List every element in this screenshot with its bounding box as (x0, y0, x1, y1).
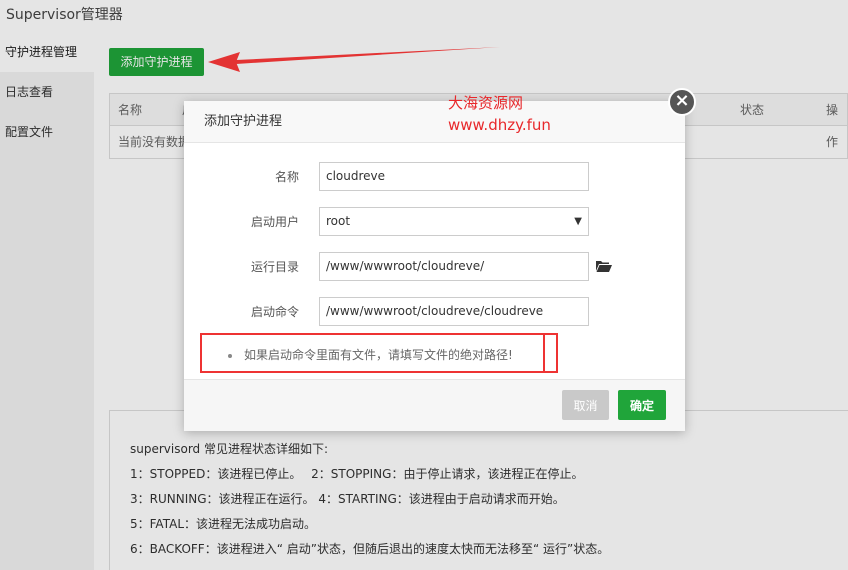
name-label: 名称 (274, 170, 299, 184)
arrow-head (208, 52, 240, 72)
confirm-button[interactable]: 确定 (618, 390, 666, 420)
close-icon[interactable]: × (668, 88, 696, 116)
dialog-footer: 取消 确定 (184, 379, 685, 431)
bullet-icon (228, 353, 232, 358)
folder-open-icon[interactable] (596, 259, 612, 273)
user-select[interactable]: root ▼ (319, 207, 589, 236)
watermark: 大海资源网 www.dhzy.fun (448, 92, 551, 136)
watermark-line2: www.dhzy.fun (448, 116, 551, 134)
dir-input[interactable]: /www/wwwroot/cloudreve/ (319, 252, 589, 281)
user-label: 启动用户 (250, 215, 299, 229)
form-row-cmd: 启动命令 /www/wwwroot/cloudreve/cloudreve (184, 297, 685, 327)
path-hint-text: 如果启动命令里面有文件，请填写文件的绝对路径! (244, 348, 513, 362)
dir-label: 运行目录 (250, 260, 299, 274)
form-row-name: 名称 cloudreve (184, 162, 685, 192)
annotation-mark (543, 335, 545, 371)
caret-down-icon: ▼ (574, 216, 582, 227)
dialog-title: 添加守护进程 (184, 101, 685, 143)
cmd-input[interactable]: /www/wwwroot/cloudreve/cloudreve (319, 297, 589, 326)
arrow-shaft (236, 47, 500, 64)
form-row-user: 启动用户 root ▼ (184, 207, 685, 237)
cmd-label: 启动命令 (250, 305, 299, 319)
cancel-button[interactable]: 取消 (562, 390, 609, 420)
name-input[interactable]: cloudreve (319, 162, 589, 191)
path-hint: 如果启动命令里面有文件，请填写文件的绝对路径! (228, 347, 513, 363)
add-process-dialog: 添加守护进程 名称 cloudreve 启动用户 root ▼ 运行目录 /ww… (184, 101, 685, 431)
watermark-line1: 大海资源网 (448, 94, 524, 112)
user-select-value: root (326, 214, 351, 228)
form-row-dir: 运行目录 /www/wwwroot/cloudreve/ (184, 252, 685, 282)
